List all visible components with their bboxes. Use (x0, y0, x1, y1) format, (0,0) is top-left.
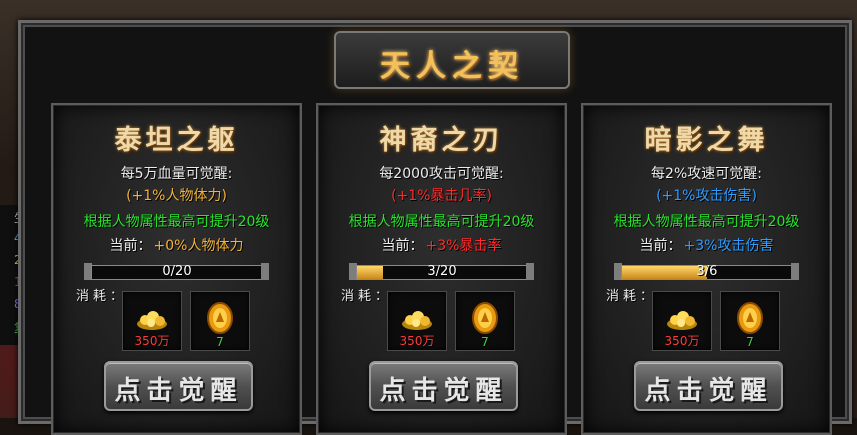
requirement-text: 每2000攻击可觉醒: (379, 166, 504, 182)
awakening-window: 天人之契 泰坦之躯 每5万血量可觉醒: (+1%人物体力) 根据人物属性最高可提… (18, 20, 852, 435)
progress-cap-right (261, 263, 269, 280)
grade-text: 根据人物属性最高可提升20级 (348, 214, 535, 230)
progress-text: 3/6 (696, 264, 718, 279)
cost-slot-gold[interactable]: 350万 (387, 291, 447, 351)
current-level: 当前： +3%攻击伤害 (583, 235, 830, 255)
awaken-panel-titan: 泰坦之躯 每5万血量可觉醒: (+1%人物体力) 根据人物属性最高可提升20级 … (51, 103, 302, 435)
current-label: 当前： (381, 238, 424, 254)
cost-label: 消耗： (606, 289, 658, 304)
progress-text: 0/20 (162, 264, 192, 279)
cost-slot-coin[interactable]: 7 (455, 291, 515, 351)
progress-text: 3/20 (427, 264, 457, 279)
cost-slot-gold[interactable]: 350万 (122, 291, 182, 351)
cost-slot-coin[interactable]: 7 (190, 291, 250, 351)
current-level: 当前： +3%暴击率 (318, 235, 565, 255)
cost-label: 消耗： (341, 289, 393, 304)
panel-title: 神裔之刃 (379, 125, 504, 156)
requirement-text: 每5万血量可觉醒: (120, 166, 233, 182)
current-value: +3%攻击伤害 (683, 238, 774, 254)
awaken-button[interactable]: 点击觉醒 (104, 361, 253, 411)
awaken-panel-divine-blade: 神裔之刃 每2000攻击可觉醒: (+1%暴击几率) 根据人物属性最高可提升20… (316, 103, 567, 435)
awaken-button-label: 点击觉醒 (379, 376, 508, 406)
panel-title: 泰坦之躯 (114, 125, 239, 156)
coin-quantity: 7 (216, 335, 224, 349)
bonus-text: (+1%攻击伤害) (656, 188, 757, 204)
gold-quantity: 350万 (134, 334, 170, 348)
coin-quantity: 7 (481, 335, 489, 349)
awaken-button-label: 点击觉醒 (114, 376, 243, 406)
current-label: 当前： (639, 238, 682, 254)
current-level: 当前： +0%人物体力 (53, 235, 300, 255)
requirement-text: 每2%攻速可觉醒: (651, 166, 762, 182)
awaken-panel-shadow-dance: 暗影之舞 每2%攻速可觉醒: (+1%攻击伤害) 根据人物属性最高可提升20级 … (581, 103, 832, 435)
gold-quantity: 350万 (664, 334, 700, 348)
awaken-button[interactable]: 点击觉醒 (369, 361, 518, 411)
cost-slot-gold[interactable]: 350万 (652, 291, 712, 351)
gold-quantity: 350万 (399, 334, 435, 348)
current-value: +3%暴击率 (425, 238, 502, 254)
awaken-button[interactable]: 点击觉醒 (634, 361, 783, 411)
current-value: +0%人物体力 (153, 238, 244, 254)
bonus-text: (+1%人物体力) (126, 188, 227, 204)
current-label: 当前： (109, 238, 152, 254)
window-title: 天人之契 (380, 49, 524, 84)
grade-text: 根据人物属性最高可提升20级 (83, 214, 270, 230)
progress-bar: 3/6 (621, 264, 793, 280)
grade-text: 根据人物属性最高可提升20级 (613, 214, 800, 230)
progress-cap-right (791, 263, 799, 280)
progress-cap-right (526, 263, 534, 280)
cost-slot-coin[interactable]: 7 (720, 291, 780, 351)
awaken-button-label: 点击觉醒 (644, 376, 773, 406)
cost-label: 消耗： (76, 289, 128, 304)
progress-bar: 0/20 (91, 264, 263, 280)
coin-quantity: 7 (746, 335, 754, 349)
panel-title: 暗影之舞 (644, 125, 769, 156)
title-plate: 天人之契 (334, 31, 570, 89)
bonus-text: (+1%暴击几率) (391, 188, 492, 204)
progress-bar: 3/20 (356, 264, 528, 280)
